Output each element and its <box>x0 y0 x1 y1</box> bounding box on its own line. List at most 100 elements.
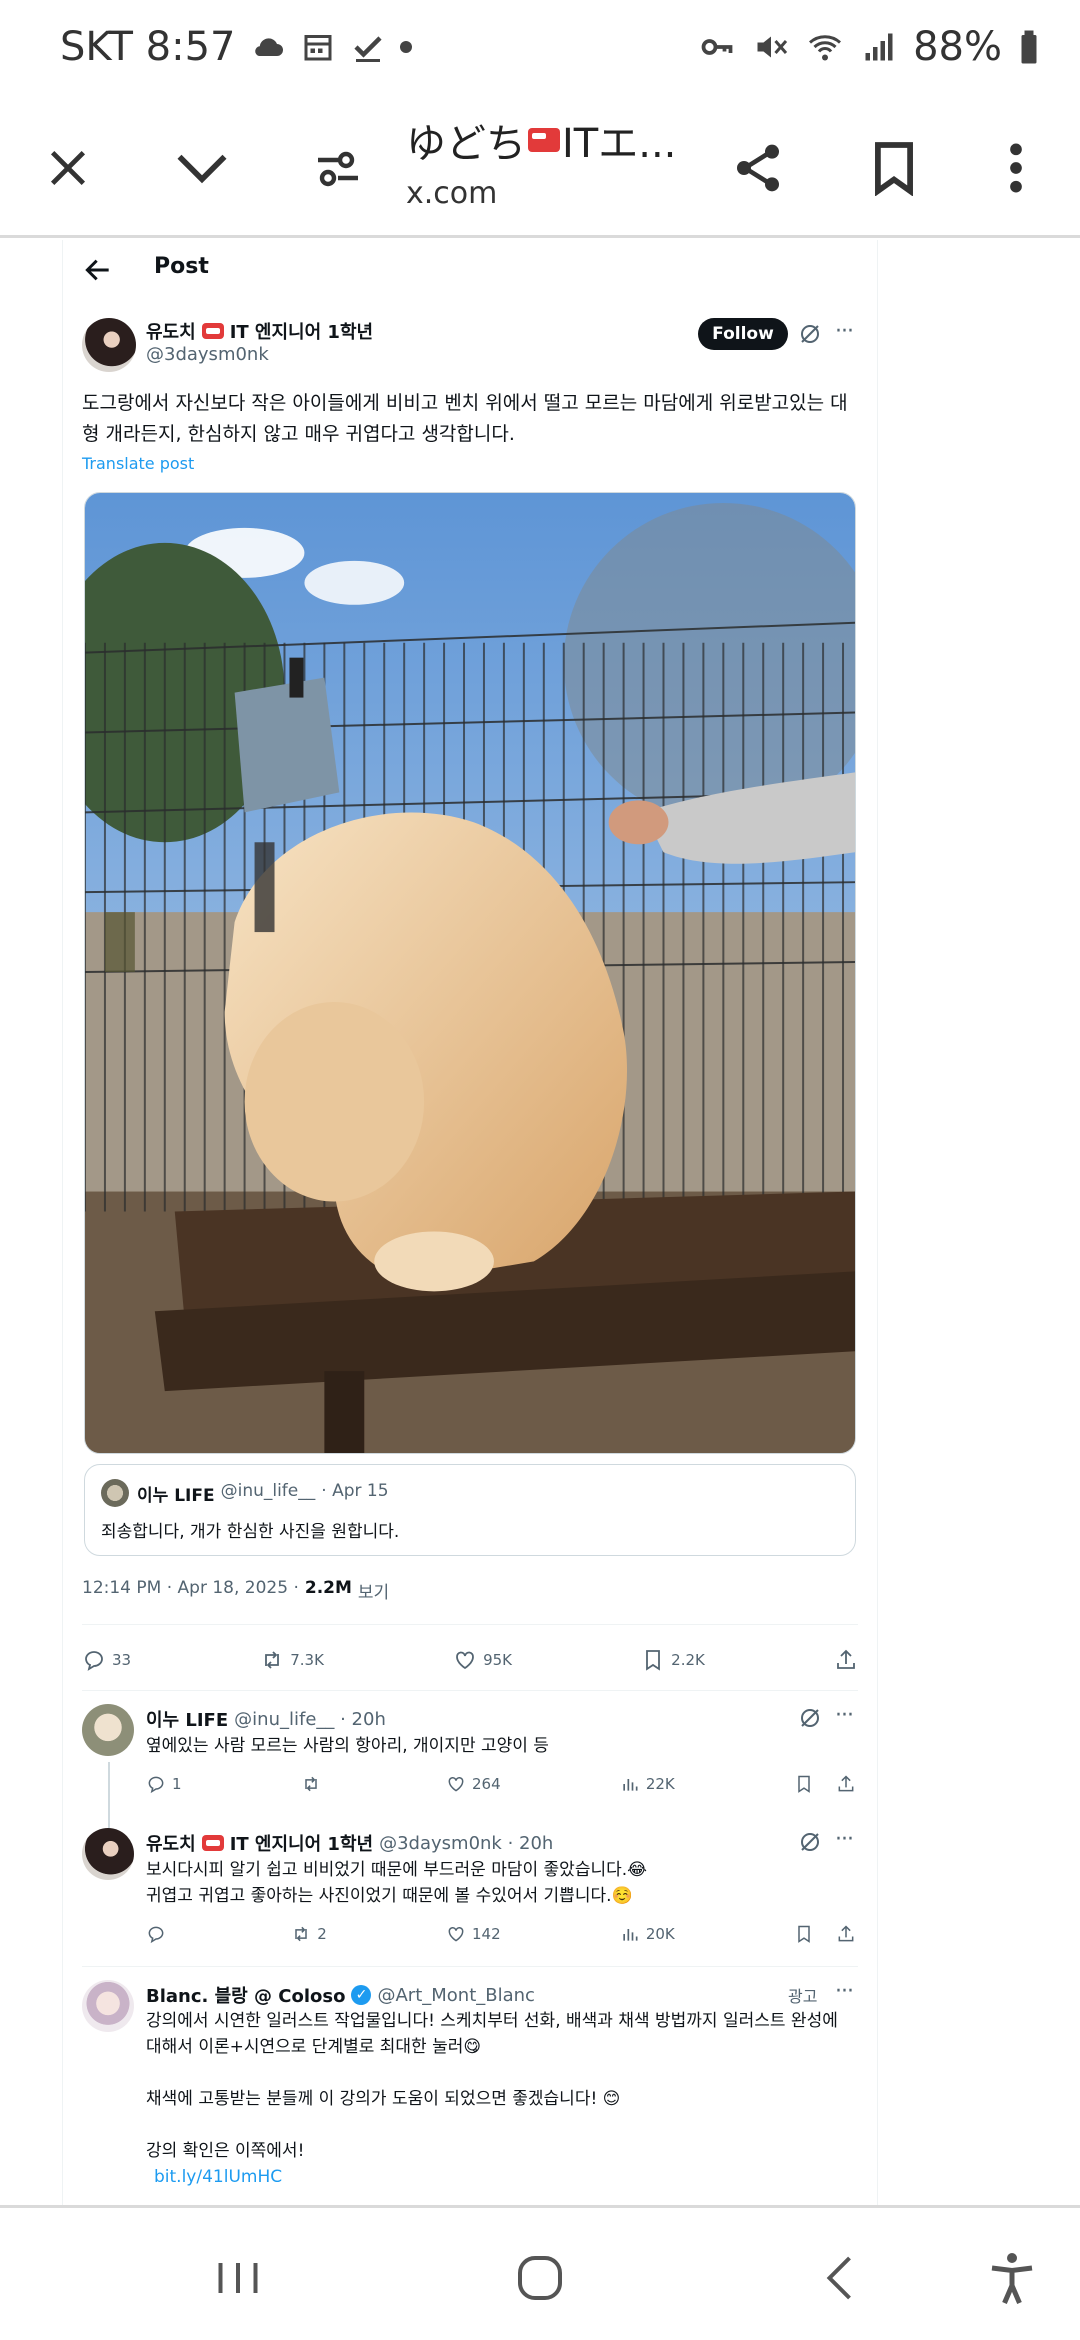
ad-name[interactable]: Blanc. 블랑 @ Coloso <box>146 1982 345 2008</box>
wifi-icon <box>809 35 842 61</box>
like-button[interactable]: 142 <box>446 1924 501 1944</box>
grok-icon[interactable] <box>798 1706 822 1730</box>
reply-handle: @inu_life__ · 20h <box>234 1708 386 1730</box>
reply-text-line: 귀엽고 귀엽고 좋아하는 사진이었기 때문에 볼 수있어서 기쁩니다.☺️ <box>146 1886 633 1906</box>
reply-actions: 1 264 22K <box>146 1774 856 1794</box>
like-button[interactable]: 264 <box>446 1774 501 1794</box>
reply-avatar[interactable] <box>82 1828 134 1880</box>
reply-text-line: 보시다시피 알기 쉽고 비비었기 때문에 부드러운 마담이 좋았습니다.😂 <box>146 1860 648 1880</box>
battery-icon <box>1021 30 1037 64</box>
tweet-timestamp[interactable]: 12:14 PM · Apr 18, 2025 · <box>82 1578 299 1603</box>
red-badge-icon <box>528 128 560 152</box>
heart-icon <box>448 1926 464 1942</box>
heart-icon <box>448 1776 464 1792</box>
back-arrow-icon[interactable] <box>82 254 114 286</box>
cloud-icon <box>254 38 283 56</box>
verified-badge-icon: ✓ <box>351 1985 372 2005</box>
author-name-suffix[interactable]: IT 엔지니어 1학년 <box>230 318 373 344</box>
recent-apps-icon[interactable] <box>208 2248 268 2308</box>
more-options-icon[interactable]: ··· <box>832 1980 856 2004</box>
bookmark-button[interactable]: 2.2K <box>641 1648 705 1672</box>
reply-avatar[interactable] <box>82 1704 134 1756</box>
share-icon <box>837 1649 855 1669</box>
view-count: 2.2M <box>304 1578 352 1598</box>
page-url: x.com <box>406 176 498 211</box>
reply-button[interactable]: 1 <box>146 1774 182 1794</box>
reply-name[interactable]: 이누 LIFE <box>146 1706 228 1732</box>
bookmark-icon[interactable] <box>794 1924 814 1944</box>
repost-button[interactable]: 7.3K <box>260 1648 324 1672</box>
tweet-actions: 33 7.3K 95K 2.2K <box>82 1640 858 1680</box>
grok-icon[interactable] <box>798 1830 822 1854</box>
red-badge-icon <box>201 323 224 339</box>
reply-icon <box>148 1926 164 1944</box>
translate-post-link[interactable]: Translate post <box>82 454 194 473</box>
views-button[interactable]: 22K <box>620 1774 675 1794</box>
bookmark-icon[interactable] <box>794 1774 814 1794</box>
divider <box>82 1690 858 1691</box>
accessibility-icon[interactable] <box>982 2248 1042 2308</box>
author-name[interactable]: 유도치 <box>146 318 196 344</box>
repost-button[interactable] <box>301 1774 327 1794</box>
view-label: 보기 <box>357 1583 390 1603</box>
author-name-line[interactable]: 유도치 IT 엔지니어 1학년 <box>146 318 373 344</box>
site-settings-icon[interactable] <box>298 128 378 208</box>
reply-handle: @3daysm0nk · 20h <box>379 1832 554 1854</box>
post-header: Post <box>62 240 878 302</box>
browser-toolbar: ゆどち ITエ... x.com <box>0 100 1080 238</box>
share-button[interactable] <box>834 1648 858 1672</box>
tweet-text: 도그랑에서 자신보다 작은 아이들에게 비비고 벤치 위에서 떨고 모르는 마담… <box>82 392 848 445</box>
more-options-icon[interactable]: ··· <box>832 1704 856 1728</box>
quote-date: · Apr 15 <box>321 1481 389 1501</box>
more-options-icon[interactable]: ··· <box>832 1828 856 1852</box>
back-icon[interactable] <box>812 2248 872 2308</box>
share-icon[interactable] <box>836 1924 856 1944</box>
analytics-icon <box>623 1929 638 1941</box>
share-icon[interactable] <box>836 1774 856 1794</box>
grok-icon[interactable] <box>798 322 822 346</box>
carrier-time: SKT 8:57 <box>60 24 236 70</box>
quote-avatar <box>101 1479 129 1507</box>
follow-button[interactable]: Follow <box>698 318 788 350</box>
author-handle[interactable]: @3daysm0nk <box>146 344 269 365</box>
ad-text: 채색에 고통받는 분들께 이 강의가 도움이 되었으면 좋겠습니다! 😊 <box>146 2089 621 2109</box>
tweet-photo[interactable] <box>84 492 856 1454</box>
quoted-tweet[interactable]: 이누 LIFE @inu_life__ · Apr 15 죄송합니다, 개가 한… <box>84 1464 856 1556</box>
like-button[interactable]: 95K <box>453 1648 512 1672</box>
reply-name-suffix[interactable]: IT 엔지니어 1학년 <box>230 1830 373 1856</box>
bookmark-icon[interactable] <box>854 128 934 208</box>
share-icon[interactable] <box>718 128 798 208</box>
signal-icon <box>865 33 893 61</box>
repost-icon <box>305 1776 317 1792</box>
quote-name: 이누 LIFE <box>137 1486 215 1506</box>
ad-label: 광고 <box>788 1987 818 2006</box>
ad-link[interactable]: bit.ly/41lUmHC <box>154 2167 282 2187</box>
divider <box>82 1966 858 1967</box>
battery-percent: 88% <box>913 24 1002 70</box>
more-vert-icon[interactable] <box>976 128 1056 208</box>
views-button[interactable]: 20K <box>620 1924 675 1944</box>
more-options-icon[interactable]: ··· <box>832 320 856 344</box>
page-title: ゆどち ITエ... <box>406 121 677 167</box>
key-icon <box>701 39 733 55</box>
reply-button[interactable]: 33 <box>82 1648 131 1672</box>
author-avatar[interactable] <box>82 318 136 372</box>
reply-icon <box>148 1776 164 1794</box>
repost-button[interactable]: 2 <box>291 1924 327 1944</box>
close-icon[interactable] <box>28 128 108 208</box>
divider <box>82 1624 858 1625</box>
ad-avatar[interactable] <box>82 1980 134 2032</box>
check-icon <box>353 36 382 62</box>
repost-icon <box>265 1651 280 1669</box>
dog-on-bench-image <box>85 493 855 1453</box>
system-nav-bar <box>0 2205 1080 2340</box>
tweet-meta: 12:14 PM · Apr 18, 2025 · 2.2M 보기 <box>82 1578 389 1603</box>
reply-button[interactable] <box>146 1924 172 1944</box>
heart-icon <box>456 1651 474 1670</box>
dot-icon <box>399 41 412 53</box>
chevron-down-icon[interactable] <box>162 128 242 208</box>
reply-name[interactable]: 유도치 <box>146 1830 196 1856</box>
home-icon[interactable] <box>510 2248 570 2308</box>
ad-text: 강의에서 시연한 일러스트 작업물입니다! 스케치부터 선화, 배색과 채색 방… <box>146 2011 838 2057</box>
repost-icon <box>295 1926 307 1942</box>
